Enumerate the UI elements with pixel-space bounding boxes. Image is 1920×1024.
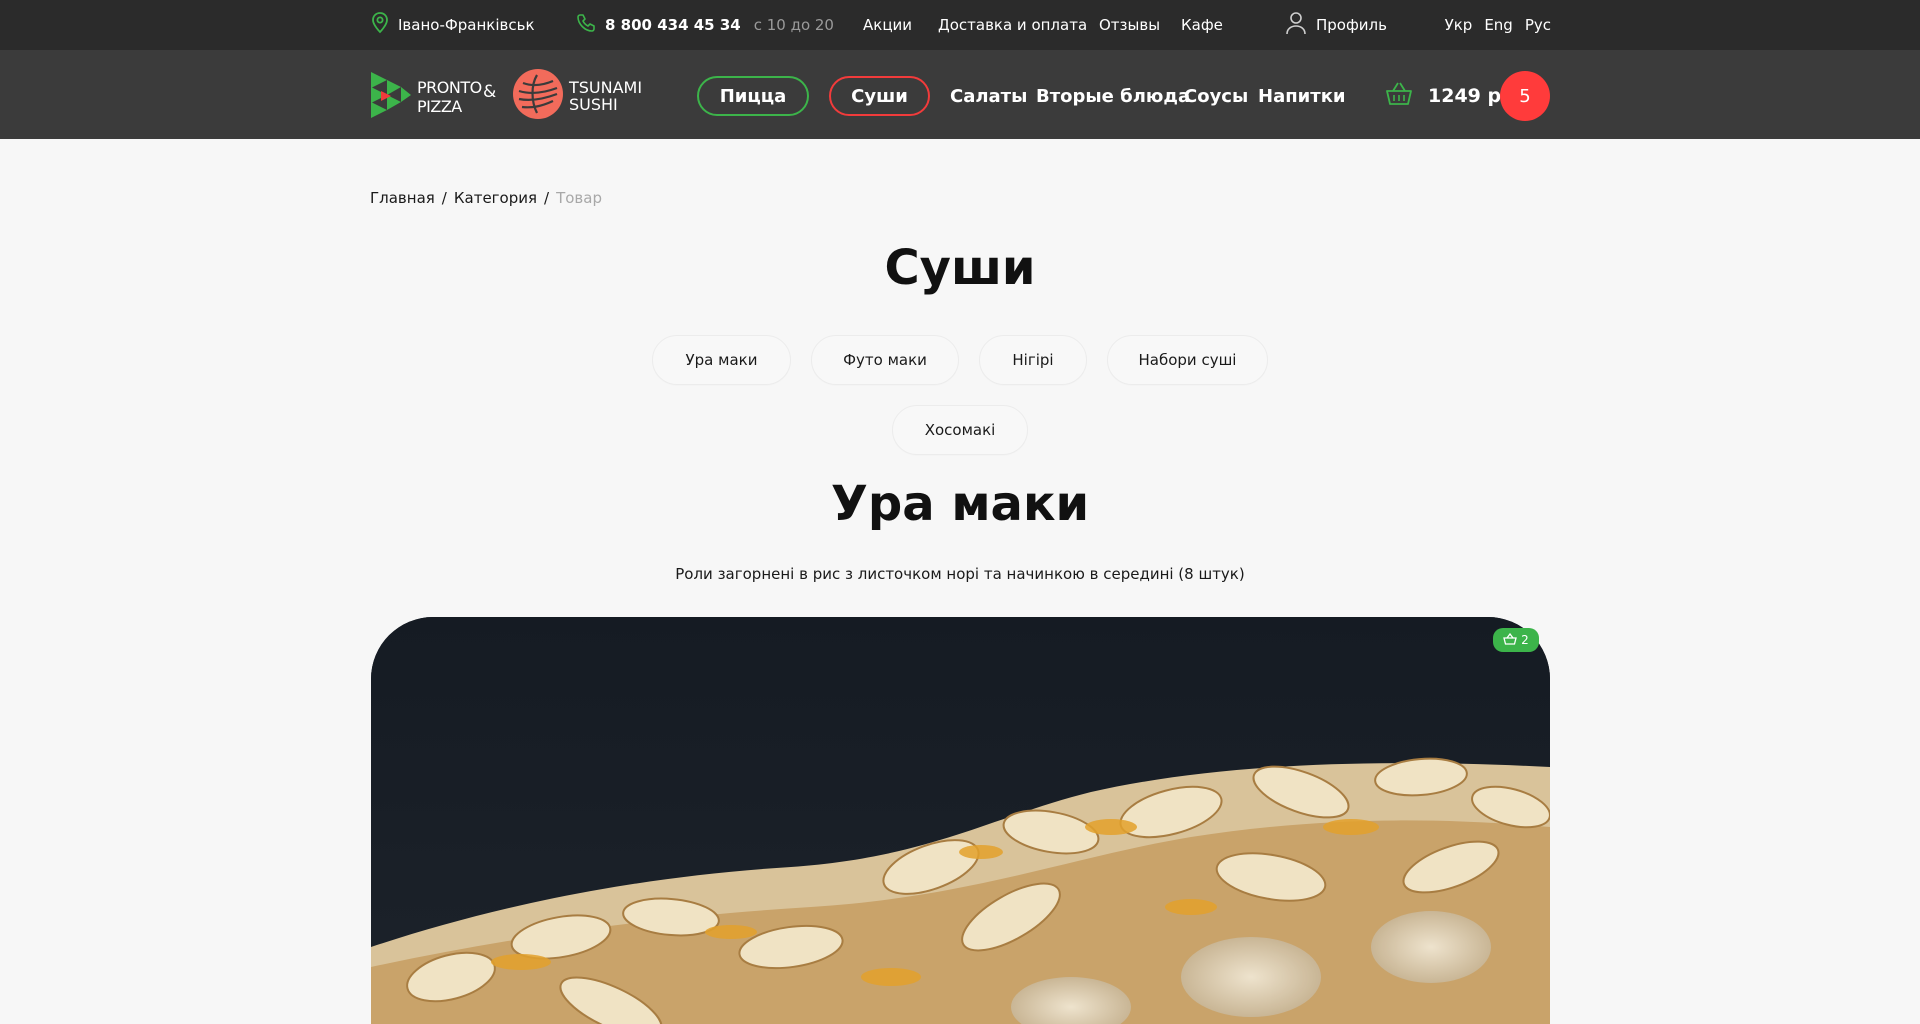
basket-icon [1503,632,1518,648]
subcategory-chip-ura-maki[interactable]: Ура маки [652,335,791,385]
pronto-line-1: PRONTO [417,78,482,97]
city-selector[interactable]: Івано-Франківськ [371,0,535,50]
topbar-link-reviews[interactable]: Отзывы [1099,0,1160,50]
page-title: Суши [884,240,1036,296]
lang-rus[interactable]: Рус [1525,16,1551,34]
basket-icon[interactable] [1384,81,1414,111]
nav-sushi-button[interactable]: Суши [829,76,930,116]
phone-number[interactable]: 8 800 434 45 34 [605,16,741,34]
breadcrumb-current: Товар [556,189,602,207]
pronto-pizza-wordmark: PRONTO PIZZA [417,78,482,116]
main-header: PRONTO PIZZA & TSUNAMI SUSHI Пицца Суши … [0,50,1920,139]
breadcrumb-category[interactable]: Категория [454,189,537,207]
cart-count-badge[interactable]: 5 [1500,71,1550,121]
breadcrumb-home[interactable]: Главная [370,189,435,207]
lang-ukr[interactable]: Укр [1445,16,1473,34]
top-bar: Івано-Франківськ 8 800 434 45 34 с 10 до… [0,0,1920,50]
subcategory-chip-futo-maki[interactable]: Футо маки [811,335,959,385]
pronto-line-2: PIZZA [417,97,462,116]
tsunami-line-2: SUSHI [569,95,618,114]
subcategory-chip-sushi-sets[interactable]: Набори суші [1107,335,1268,385]
nav-mains[interactable]: Вторые блюда [1036,76,1190,116]
in-cart-badge: 2 [1493,628,1539,652]
breadcrumb: Главная / Категория / Товар [370,189,602,207]
breadcrumb-separator: / [441,189,447,207]
nav-salads[interactable]: Салаты [950,76,1027,116]
topbar-link-cafe[interactable]: Кафе [1181,0,1223,50]
working-hours: с 10 до 20 [753,16,834,34]
nav-drinks[interactable]: Напитки [1258,76,1346,116]
product-image [371,617,1550,1024]
phone-block[interactable]: 8 800 434 45 34 с 10 до 20 [576,0,834,50]
product-description: Роли загорнені в рис з листочком норі та… [675,565,1245,583]
topbar-link-promos[interactable]: Акции [863,0,912,50]
breadcrumb-separator: / [544,189,550,207]
city-label: Івано-Франківськ [398,16,535,34]
product-title: Ура маки [830,476,1090,532]
nav-pizza-button[interactable]: Пицца [697,76,809,116]
in-cart-count: 2 [1521,633,1529,647]
topbar-link-delivery[interactable]: Доставка и оплата [938,0,1087,50]
profile-link[interactable]: Профиль [1285,0,1387,50]
pronto-pizza-logo[interactable]: PRONTO PIZZA [371,72,482,122]
language-switcher: Укр Eng Рус [1445,0,1551,50]
lang-eng[interactable]: Eng [1484,16,1513,34]
cart-total[interactable]: 1249 р [1428,76,1501,116]
location-pin-icon [371,12,389,38]
tsunami-wordmark: TSUNAMI SUSHI [569,79,642,113]
user-icon [1285,11,1307,39]
tsunami-sushi-logo[interactable]: TSUNAMI SUSHI [513,69,642,123]
pronto-triangles-icon [371,72,411,122]
phone-icon [576,13,596,37]
subcategory-chip-nigiri[interactable]: Нігірі [979,335,1087,385]
nav-sauces[interactable]: Соусы [1184,76,1248,116]
tsunami-line-1: TSUNAMI [569,78,643,97]
profile-label: Профиль [1316,16,1387,34]
logo-ampersand: & [483,82,497,102]
subcategory-chip-hosomaki[interactable]: Хосомакі [892,405,1028,455]
salmon-circle-icon [513,69,563,123]
